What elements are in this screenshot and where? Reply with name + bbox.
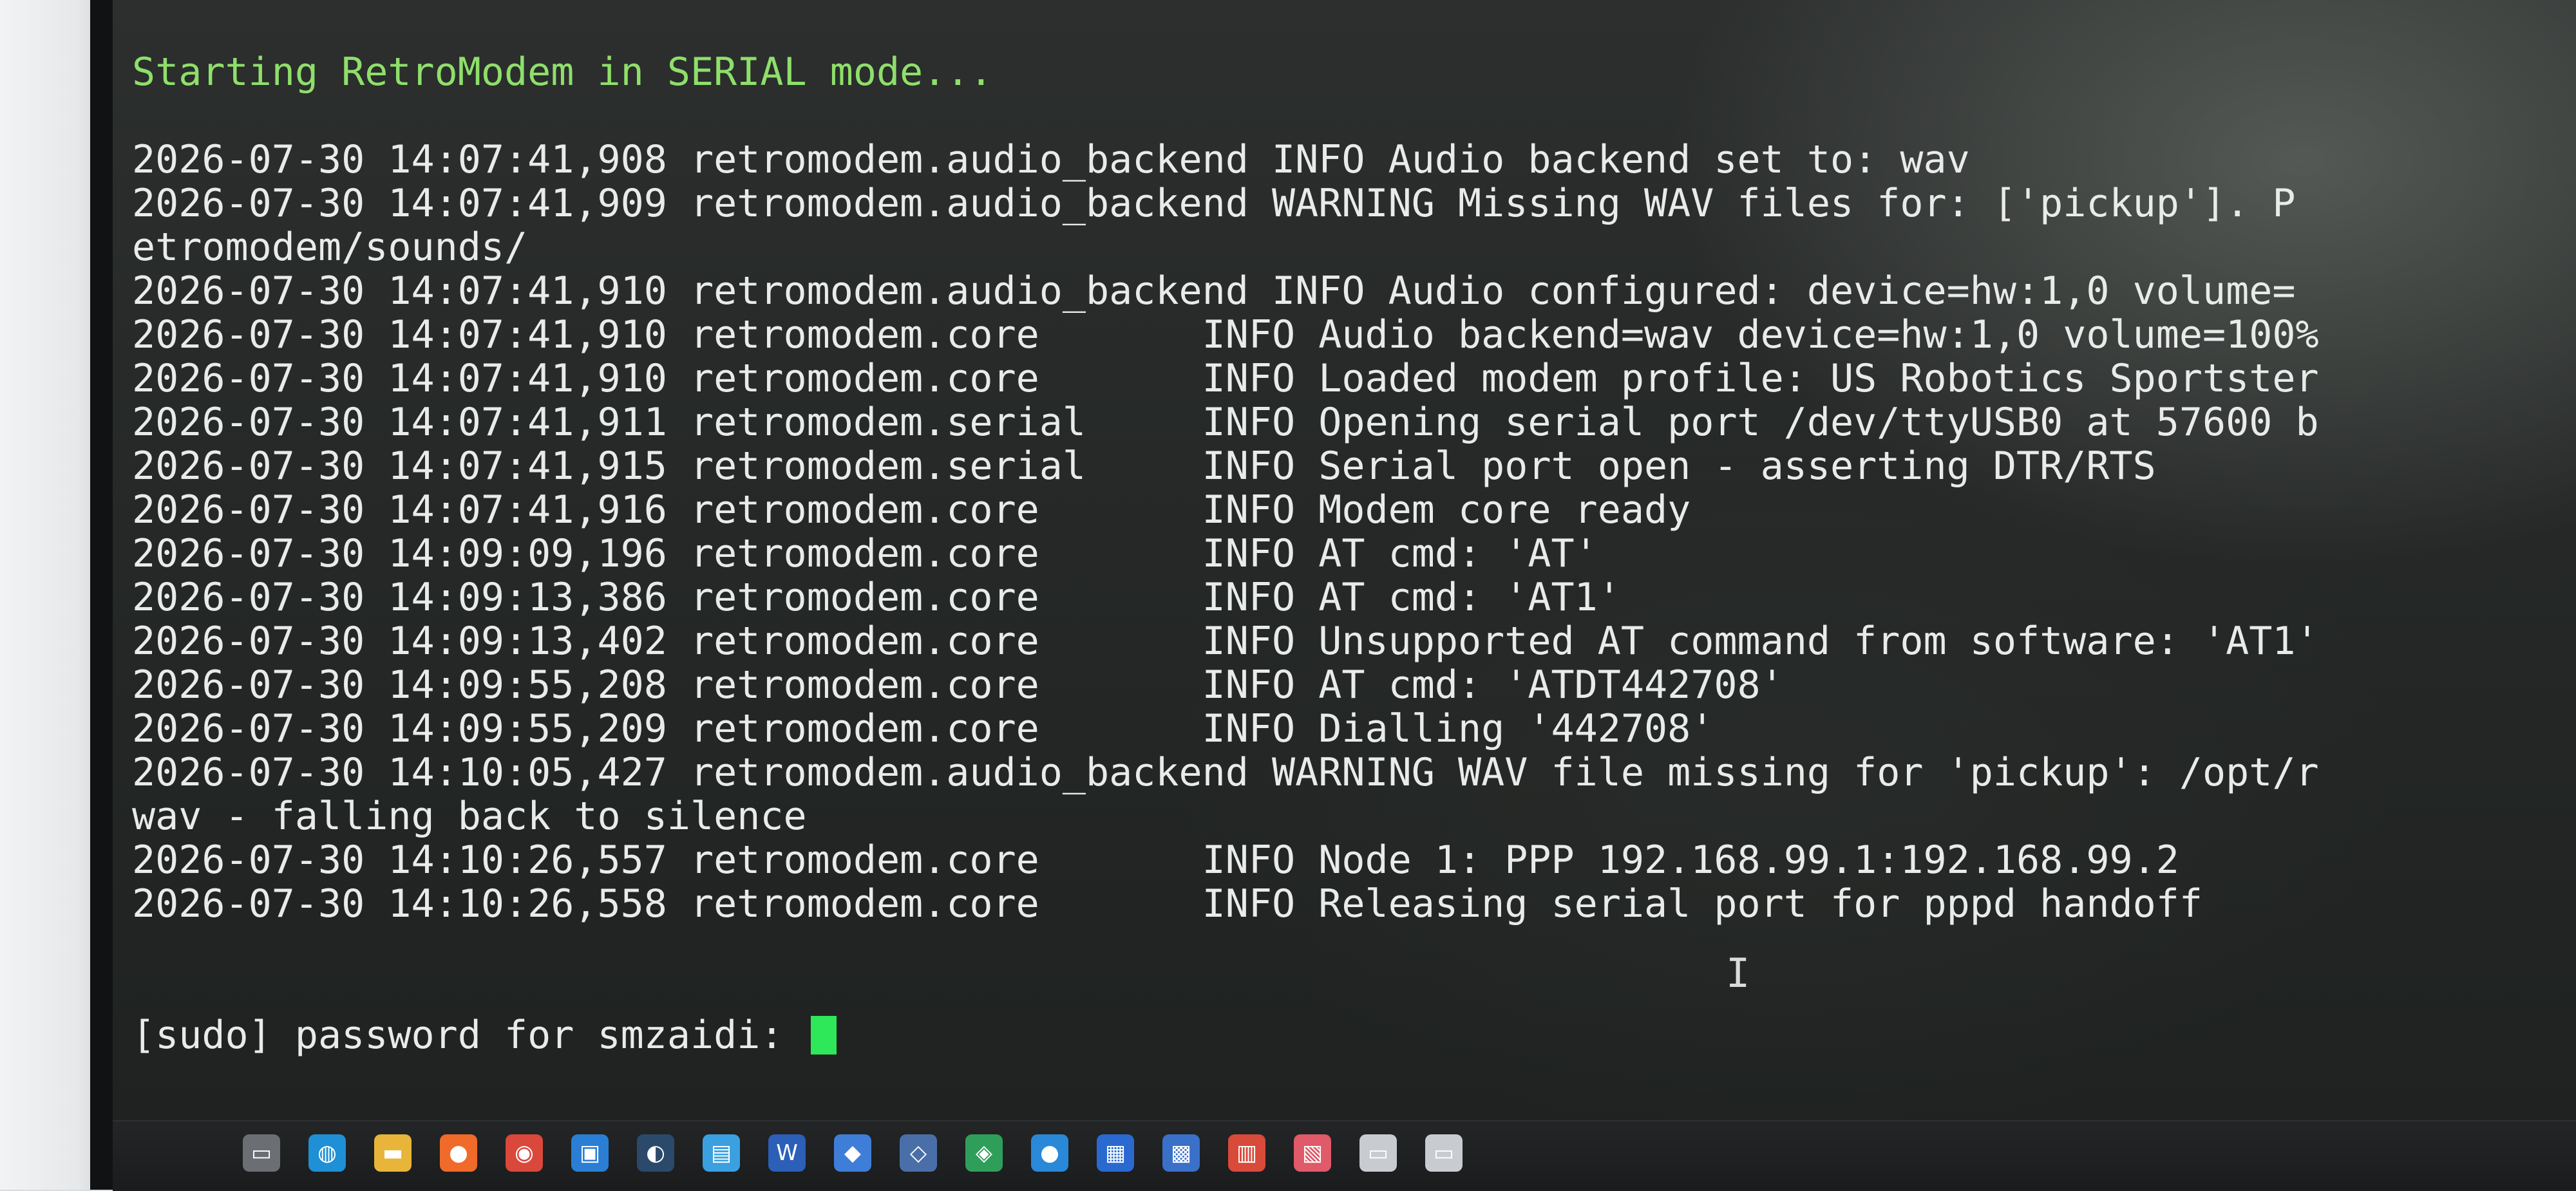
- terminal-line: 2026-07-30 14:07:41,908 retromodem.audio…: [132, 137, 1970, 182]
- terminal-window[interactable]: Starting RetroModem in SERIAL mode... 202…: [132, 0, 2573, 1121]
- terminal-line: 2026-07-30 14:09:13,386 retromodem.core …: [132, 575, 1621, 620]
- taskbar-icon-glyph: ▧: [1302, 1140, 1323, 1166]
- sudo-password-prompt: [sudo] password for smzaidi:: [132, 1013, 807, 1058]
- firefox-icon[interactable]: ●: [440, 1134, 477, 1172]
- taskbar-icon-glyph: ▭: [1433, 1140, 1455, 1166]
- app-icon-1[interactable]: ◆: [834, 1134, 871, 1172]
- monitor-screen: Starting RetroModem in SERIAL mode... 202…: [113, 0, 2576, 1139]
- taskbar-icon-glyph: ◉: [515, 1140, 534, 1166]
- terminal-line: 2026-07-30 14:07:41,911 retromodem.seria…: [132, 400, 2319, 445]
- edge-icon[interactable]: ◍: [308, 1134, 346, 1172]
- terminal-line: 2026-07-30 14:10:26,558 retromodem.core …: [132, 881, 2202, 926]
- terminal-output: Starting RetroModem in SERIAL mode... 202…: [132, 50, 2573, 926]
- terminal-line: wav - falling back to silence: [132, 794, 807, 839]
- terminal-line: 2026-07-30 14:07:41,909 retromodem.audio…: [132, 181, 2296, 226]
- chrome-icon[interactable]: ◉: [506, 1134, 543, 1172]
- taskbar-icon-glyph: ▤: [710, 1140, 732, 1166]
- photos-icon[interactable]: ▤: [703, 1134, 740, 1172]
- taskbar-icon-glyph: ●: [449, 1140, 468, 1166]
- taskbar-icons: ▭ ◍ ▬ ● ◉ ▣ ◐ ▤ W ◆ ◇ ◈ ● ▦ ▩ ▥ ▧ ▭ ▭: [177, 1134, 1463, 1172]
- taskbar-icon-glyph: ▭: [1367, 1140, 1389, 1166]
- start-icon[interactable]: [177, 1134, 214, 1172]
- taskbar-icon-glyph: ◐: [646, 1140, 665, 1166]
- app-icon-10[interactable]: ▭: [1425, 1134, 1463, 1172]
- taskbar-icon-glyph: ▣: [579, 1140, 601, 1166]
- terminal-line: 2026-07-30 14:09:09,196 retromodem.core …: [132, 531, 1598, 576]
- terminal-line: 2026-07-30 14:09:55,209 retromodem.core …: [132, 706, 1714, 751]
- taskbar-icon-glyph: ◍: [317, 1140, 337, 1166]
- terminal-line: 2026-07-30 14:09:13,402 retromodem.core …: [132, 619, 2319, 664]
- terminal-line: 2026-07-30 14:10:05,427 retromodem.audio…: [132, 750, 2319, 795]
- app-icon-6[interactable]: ▩: [1162, 1134, 1200, 1172]
- taskbar-icon-glyph: W: [776, 1140, 798, 1166]
- terminal-prompt-line[interactable]: [sudo] password for smzaidi:: [132, 1013, 2573, 1057]
- terminal-line: 2026-07-30 14:07:41,910 retromodem.audio…: [132, 268, 2296, 314]
- app-icon-2[interactable]: ◇: [900, 1134, 937, 1172]
- taskbar-icon-glyph: ▦: [1104, 1140, 1126, 1166]
- text-cursor: [810, 1016, 837, 1055]
- terminal-line: 2026-07-30 14:07:41,910 retromodem.core …: [132, 312, 2319, 357]
- app-icon-4[interactable]: ●: [1031, 1134, 1068, 1172]
- steam-icon[interactable]: ◐: [637, 1134, 674, 1172]
- mouse-ibeam-cursor-icon: I: [1726, 950, 1750, 997]
- taskbar-icon-glyph: ▭: [251, 1140, 272, 1166]
- app-icon-3[interactable]: ◈: [965, 1134, 1003, 1172]
- terminal-line: 2026-07-30 14:07:41,910 retromodem.core …: [132, 356, 2319, 401]
- taskbar: ▭ ◍ ▬ ● ◉ ▣ ◐ ▤ W ◆ ◇ ◈ ● ▦ ▩ ▥ ▧ ▭ ▭: [113, 1120, 2576, 1191]
- taskbar-icon-glyph: ◇: [909, 1140, 927, 1166]
- remote-icon[interactable]: ▣: [571, 1134, 609, 1172]
- terminal-line: 2026-07-30 14:07:41,916 retromodem.core …: [132, 487, 1691, 532]
- app-icon-5[interactable]: ▦: [1097, 1134, 1134, 1172]
- taskbar-icon-glyph: ▬: [382, 1140, 404, 1166]
- terminal-line: 2026-07-30 14:09:55,208 retromodem.core …: [132, 662, 1784, 708]
- word-icon[interactable]: W: [768, 1134, 806, 1172]
- app-icon-8[interactable]: ▧: [1294, 1134, 1331, 1172]
- taskbar-icon-glyph: ●: [1040, 1140, 1059, 1166]
- terminal-line: 2026-07-30 14:07:41,915 retromodem.seria…: [132, 444, 2156, 489]
- terminal-line: 2026-07-30 14:10:26,557 retromodem.core …: [132, 838, 2179, 883]
- terminal-line: etromodem/sounds/: [132, 225, 528, 270]
- app-icon-9[interactable]: ▭: [1359, 1134, 1397, 1172]
- taskbar-icon-glyph: ◈: [975, 1140, 993, 1166]
- taskbar-icon-glyph: ▥: [1236, 1140, 1258, 1166]
- task-view-icon[interactable]: ▭: [243, 1134, 280, 1172]
- taskbar-icon-glyph: ▩: [1170, 1140, 1192, 1166]
- taskbar-icon-glyph: ◆: [844, 1140, 862, 1166]
- app-icon-7[interactable]: ▥: [1228, 1134, 1265, 1172]
- terminal-line: Starting RetroModem in SERIAL mode...: [132, 50, 993, 95]
- file-explorer-icon[interactable]: ▬: [374, 1134, 412, 1172]
